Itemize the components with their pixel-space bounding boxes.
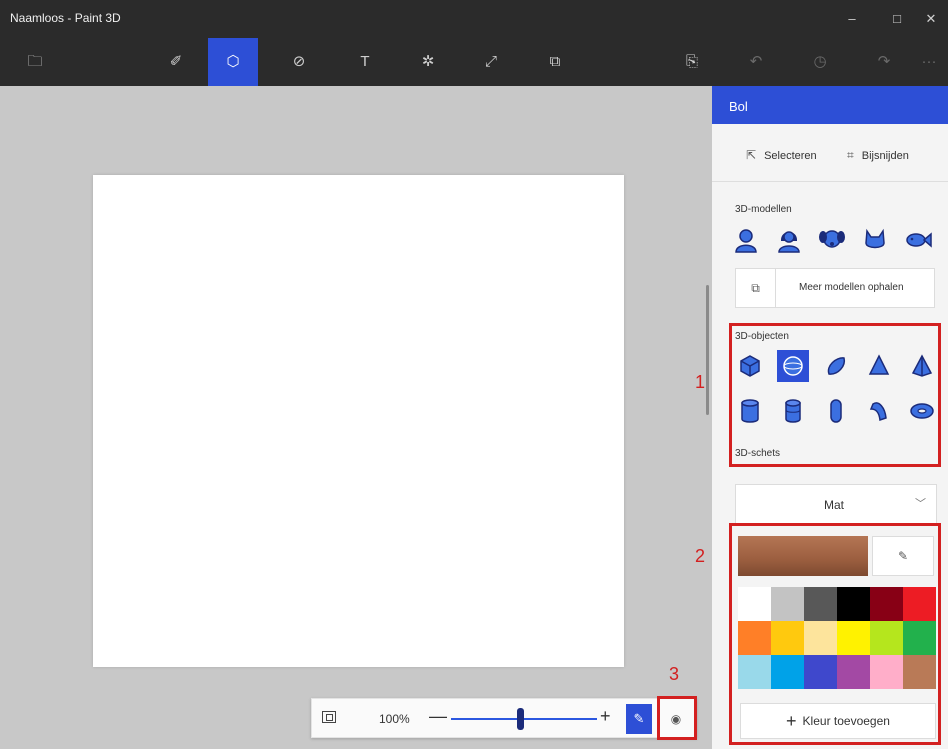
annotation-box-1 <box>729 323 941 467</box>
effects-icon[interactable]: ✲ <box>403 38 453 86</box>
dog-model-icon[interactable] <box>816 224 848 256</box>
zoom-percentage: 100% <box>379 712 410 726</box>
finish-value: Mat <box>824 498 845 512</box>
crop-icon: ⌗ <box>847 148 854 162</box>
more-models-label: Meer modellen ophalen <box>799 282 904 293</box>
fish-model-icon[interactable] <box>902 224 934 256</box>
workspace[interactable] <box>0 86 712 749</box>
crop-button[interactable]: ⌗ Bijsnijden <box>847 148 909 163</box>
more-icon[interactable]: ··· <box>910 38 948 86</box>
stickers-icon[interactable]: ⧉ <box>530 38 580 86</box>
annotation-box-3 <box>657 696 697 740</box>
models-row <box>730 224 945 256</box>
cursor-icon: ⇱ <box>746 148 757 162</box>
undo-icon[interactable]: ↶ <box>731 38 781 86</box>
zoom-bar: 100% — + ✎ ◉ <box>311 698 697 738</box>
zoom-slider-handle[interactable] <box>516 708 524 730</box>
title-bar: Naamloos - Paint 3D – □ ✕ <box>0 0 948 38</box>
canvas-icon[interactable]: ⤢ <box>466 38 516 86</box>
fit-to-screen-icon[interactable] <box>322 711 336 723</box>
select-button[interactable]: ⇱ Selecteren <box>746 148 817 162</box>
man-model-icon[interactable] <box>730 224 762 256</box>
paste-icon[interactable]: ⎘ <box>667 38 717 86</box>
text-icon[interactable]: T <box>340 38 390 86</box>
zoom-slider-track[interactable] <box>451 718 597 720</box>
redo-icon[interactable]: ↷ <box>859 38 909 86</box>
annotation-box-2 <box>729 523 941 745</box>
history-icon[interactable]: ◷ <box>795 38 845 86</box>
more-models-button[interactable]: ⧉ Meer modellen ophalen <box>735 268 935 308</box>
zoom-out-button[interactable]: — <box>429 706 447 727</box>
crop-label: Bijsnijden <box>861 150 909 162</box>
menu-icon[interactable]: 🗀 <box>10 38 60 86</box>
finish-dropdown[interactable]: Mat ﹀ <box>735 484 937 524</box>
panel-actions: ⇱ Selecteren ⌗ Bijsnijden <box>712 124 948 182</box>
vertical-scrollbar[interactable] <box>706 285 709 415</box>
annotation-number-3: 3 <box>669 664 680 684</box>
annotation-number-2: 2 <box>695 546 706 566</box>
minimize-button[interactable]: – <box>837 6 867 32</box>
annotation-number-1: 1 <box>695 372 706 392</box>
main-toolbar: 🗀 ✐ ⬡ ⊘ T ✲ ⤢ ⧉ ⎘ ↶ ◷ ↷ ··· <box>0 38 948 86</box>
3d-shapes-icon[interactable]: ⬡ <box>208 38 258 86</box>
select-label: Selecteren <box>764 150 817 162</box>
panel-title: Bol <box>712 86 948 124</box>
brushes-icon[interactable]: ✐ <box>151 38 201 86</box>
chevron-down-icon: ﹀ <box>915 498 926 510</box>
remix-icon: ⧉ <box>736 269 776 307</box>
cat-model-icon[interactable] <box>859 224 891 256</box>
close-button[interactable]: ✕ <box>916 6 946 32</box>
models-section-label: 3D-modellen <box>735 204 792 215</box>
drawing-canvas[interactable] <box>93 175 624 667</box>
zoom-in-button[interactable]: + <box>600 706 611 727</box>
pen-icon[interactable]: ✎ <box>626 704 652 734</box>
maximize-button[interactable]: □ <box>882 6 912 32</box>
window-title: Naamloos - Paint 3D <box>10 11 121 25</box>
woman-model-icon[interactable] <box>773 224 805 256</box>
2d-shapes-icon[interactable]: ⊘ <box>274 38 324 86</box>
